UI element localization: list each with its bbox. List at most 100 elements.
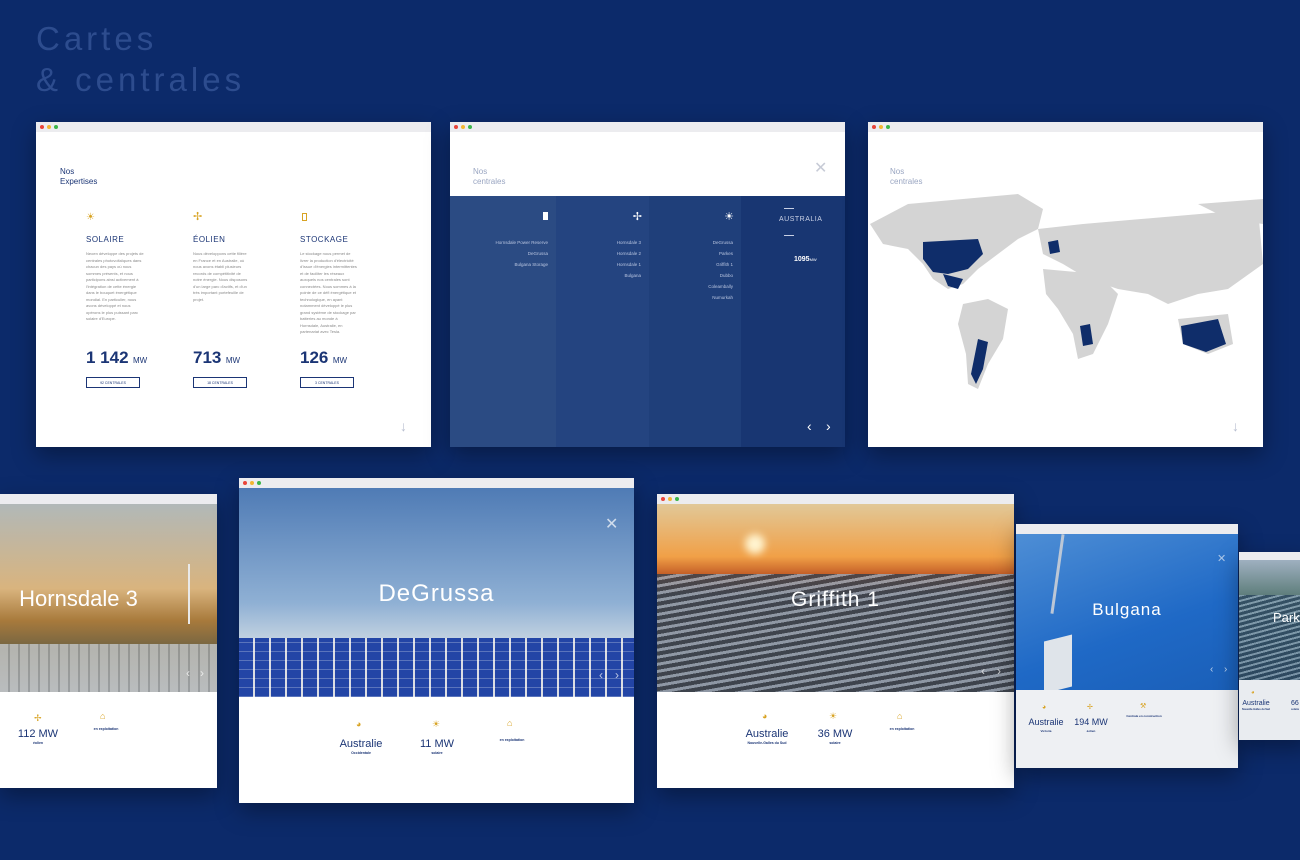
centrales-button[interactable]: 92 CENTRALES (86, 377, 140, 388)
close-icon[interactable]: ✕ (1217, 552, 1226, 565)
expertise-value: 713 MW (193, 348, 241, 367)
plant-name: DeGrussa (378, 580, 495, 607)
country-capacity: 1095MW (794, 256, 817, 263)
world-map[interactable] (868, 194, 1263, 394)
prev-arrow-icon[interactable]: ‹ (981, 664, 985, 678)
expertise-name: STOCKAGE (300, 235, 349, 244)
globe-icon: ◕ (1042, 704, 1047, 711)
wind-turbine-icon: ✢ (1087, 704, 1093, 711)
next-arrow-icon[interactable]: › (615, 668, 619, 682)
sun-icon: ☀ (86, 212, 95, 223)
power-plant-icon: ⌂ (507, 718, 513, 728)
centrales-panel: Hornsdale Power Reserve DeGrussa Bulgana… (450, 196, 845, 447)
battery-icon (302, 213, 307, 221)
plant-window-parkes: Parkes ◕ AustralieNouvelle-Galles du Sud… (1239, 552, 1300, 740)
expertise-name: SOLAIRE (86, 235, 125, 244)
plant-window-bulgana: ✕ Bulgana ‹ › ◕ Australie Victoria ✢ 194 … (1016, 524, 1238, 768)
list-item[interactable]: Dubbo (708, 270, 733, 281)
window-titlebar (36, 122, 431, 132)
plant-name: Parkes (1273, 610, 1300, 625)
close-icon[interactable]: ✕ (814, 158, 827, 178)
close-icon[interactable]: ✕ (605, 514, 618, 534)
plant-window-griffith: Griffith 1 ‹ › ◕ Australie Nouvelle-Galle… (657, 494, 1014, 788)
wind-turbine-icon: ✢ (632, 211, 642, 223)
storage-list: Hornsdale Power Reserve DeGrussa Bulgana… (495, 237, 548, 270)
list-item[interactable]: Bulgana (617, 270, 641, 281)
plant-stat: Australie Occidentale (339, 738, 383, 755)
expertises-title: Nos Expertises (60, 167, 98, 186)
plant-name: Bulgana (1092, 600, 1162, 619)
window-titlebar (657, 494, 1014, 504)
prev-arrow-icon[interactable]: ‹ (186, 666, 190, 680)
plant-window-degrussa: ✕ DeGrussa ‹ › ◕ Australie Occidentale ☀ … (239, 478, 634, 803)
plant-stat: 11 MW solaire (419, 738, 455, 755)
window-titlebar (450, 122, 845, 132)
prev-arrow-icon[interactable]: ‹ (807, 418, 812, 434)
wind-list: Hornsdale 3 Hornsdale 2 Hornsdale 1 Bulg… (617, 237, 641, 281)
next-arrow-icon[interactable]: › (826, 418, 831, 434)
wind-column: ✢ Hornsdale 3 Hornsdale 2 Hornsdale 1 Bu… (556, 196, 649, 447)
map-title: Nos centrales (890, 167, 923, 186)
list-item[interactable]: Hornsdale 2 (617, 248, 641, 259)
plant-stat: 66 MWsolaire (1291, 700, 1300, 711)
power-plant-icon: ⌂ (897, 711, 903, 721)
plant-stat: Australie Nouvelle-Galles du Sud (745, 728, 789, 745)
solar-column: ☀ DeGrussa Parkes Griffith 1 Dubbo Colea… (649, 196, 741, 447)
country-column: AUSTRALIA 1095MW ‹ › (741, 196, 845, 447)
wind-turbine-icon: ✢ (34, 713, 42, 723)
window-titlebar (0, 494, 217, 504)
next-arrow-icon[interactable]: › (200, 666, 204, 680)
window-titlebar (1239, 552, 1300, 560)
next-arrow-icon[interactable]: › (997, 664, 1001, 678)
globe-icon: ◕ (762, 711, 768, 721)
plant-window-hornsdale: Hornsdale 3 ‹ › ✢ 112 MW éolien ⌂ en expl… (0, 494, 217, 788)
arrow-down-icon[interactable]: ↓ (1232, 418, 1239, 434)
globe-icon: ◕ (356, 719, 362, 729)
next-arrow-icon[interactable]: › (1224, 664, 1227, 675)
sun-icon: ☀ (432, 719, 441, 729)
plant-stat: en exploitation (499, 738, 525, 742)
plant-stat: en exploitation (889, 727, 915, 731)
plant-stat: 194 MW éolien (1074, 717, 1108, 733)
map-window: Nos centrales ↓ (868, 122, 1263, 447)
plant-stat: Centrale en construction (1126, 714, 1162, 718)
list-item[interactable]: Hornsdale 1 (617, 259, 641, 270)
list-item[interactable]: Hornsdale 3 (617, 237, 641, 248)
solar-list: DeGrussa Parkes Griffith 1 Dubbo Coleamb… (708, 237, 733, 303)
centrales-title: Nos centrales (473, 167, 506, 186)
plant-stat: en exploitation (93, 727, 119, 731)
expertise-value: 126 MW (300, 348, 348, 367)
list-item[interactable]: DeGrussa (495, 248, 548, 259)
list-item[interactable]: Numurkah (708, 292, 733, 303)
prev-arrow-icon[interactable]: ‹ (1210, 664, 1213, 675)
plant-name: Hornsdale 3 (19, 586, 138, 611)
list-item[interactable]: DeGrussa (708, 237, 733, 248)
expertise-text: Nous développons cette filière en France… (193, 251, 248, 302)
construction-icon: ⚒ (1140, 703, 1147, 710)
list-item[interactable]: Griffith 1 (708, 259, 733, 270)
expertise-text: Neoen développe des projets de centrales… (86, 251, 144, 321)
expertise-value: 1 142 MW (86, 348, 148, 367)
arrow-down-icon[interactable]: ↓ (400, 418, 407, 434)
window-titlebar (1016, 524, 1238, 534)
battery-icon (543, 212, 548, 220)
window-titlebar (868, 122, 1263, 132)
expertise-name: ÉOLIEN (193, 235, 226, 244)
prev-arrow-icon[interactable]: ‹ (599, 668, 603, 682)
list-item[interactable]: Parkes (708, 248, 733, 259)
page-title: Cartes & centrales (36, 20, 246, 98)
list-item[interactable]: Bulgana Storage (495, 259, 548, 270)
centrales-button[interactable]: 3 CENTRALES (300, 377, 354, 388)
expertise-text: Le stockage nous permet de livrer la pro… (300, 251, 357, 334)
sun-icon: ☀ (724, 211, 734, 223)
plant-stat: 36 MW solaire (817, 728, 853, 745)
plant-stat: 112 MW éolien (17, 728, 59, 745)
storage-column: Hornsdale Power Reserve DeGrussa Bulgana… (450, 196, 556, 447)
country-name: AUSTRALIA (779, 216, 823, 223)
list-item[interactable]: Hornsdale Power Reserve (495, 237, 548, 248)
globe-icon: ◕ (1251, 690, 1255, 696)
centrales-button[interactable]: 18 CENTRALES (193, 377, 247, 388)
sun-icon: ☀ (829, 711, 838, 721)
wind-turbine-icon: ✢ (193, 211, 203, 223)
list-item[interactable]: Coleambally (708, 281, 733, 292)
